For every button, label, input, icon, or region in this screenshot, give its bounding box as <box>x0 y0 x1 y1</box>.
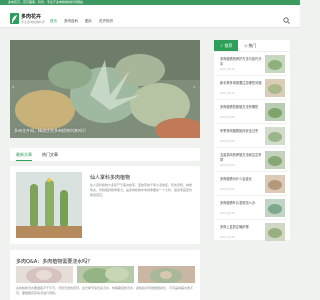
thumb-up-icon: ✓ <box>220 42 224 48</box>
site-tagline: 专注多肉植物科普 <box>21 20 46 24</box>
article-image[interactable] <box>16 266 73 283</box>
sidebar-item-date: 2021-05-12 <box>220 68 235 71</box>
article-card[interactable]: 多肉Q&A：多肉植物需要浇水吗？ 多肉植物浇水要遵循不干不浇、浇则浇透的原则，生… <box>10 250 200 300</box>
nav-item-images[interactable]: 图片 <box>85 19 92 24</box>
sidebar-item-title[interactable]: 新手养多肉需要注意哪些问题 <box>220 81 264 86</box>
sidebar-list-item[interactable]: 多肉植物叶片发软怎么办 2021-04-30 <box>217 196 287 220</box>
sidebar-tab-label: 热门 <box>248 42 257 48</box>
sidebar-item-thumbnail[interactable] <box>265 55 285 73</box>
article-title[interactable]: 多肉Q&A：多肉植物需要浇水吗？ <box>16 258 92 265</box>
sidebar-item-date: 2021-05-08 <box>220 116 235 119</box>
announcement-text: 多肉花卉，花卉图库，科普，专注于多肉植物的科普网站 <box>8 0 84 4</box>
sidebar-item-thumbnail[interactable] <box>265 103 285 121</box>
sidebar-list: 多肉植物的养护方法与技巧分享 2021-05-12 新手养多肉需要注意哪些问题 … <box>214 52 290 244</box>
sidebar-item-date: 2021-04-28 <box>220 236 235 239</box>
tab-hot[interactable]: 热门文章 <box>42 148 58 161</box>
sidebar-list-item[interactable]: 玉露多肉的养殖方法和注意事项 2021-05-04 <box>217 148 287 172</box>
sidebar-tab-recommend[interactable]: ✓ 推荐 <box>214 40 239 51</box>
sidebar-list-item[interactable]: 多肉植物为什么会徒长 2021-05-02 <box>217 172 287 196</box>
hero-banner[interactable]: ‹ › 多肉花卉网，精选优质多肉植物科普知识 <box>10 40 200 138</box>
hero-next-arrow[interactable]: › <box>193 84 198 92</box>
article-excerpt: 多肉植物浇水要遵循不干不浇、浇则浇透的原则，生长季节适当多浇水，休眠期控制浇水，… <box>16 286 194 295</box>
sidebar-item-thumbnail[interactable] <box>265 223 285 241</box>
sidebar-item-title[interactable]: 冬季多肉植物如何安全过冬 <box>220 129 264 134</box>
sidebar: ✓ 推荐 ◇ 热门 多肉植物的养护方法与技巧分享 2021-05-12 新手养多… <box>214 40 290 244</box>
sidebar-item-date: 2021-04-30 <box>220 212 235 215</box>
article-title[interactable]: 仙人掌科多肉植物 <box>90 174 130 181</box>
sidebar-list-item[interactable]: 多肉植物的养护方法与技巧分享 2021-05-12 <box>217 52 287 76</box>
nav-item-knowledge[interactable]: 花卉知识 <box>99 19 113 24</box>
article-images <box>16 266 195 283</box>
sidebar-item-title[interactable]: 多肉植物的繁殖方法有哪些 <box>220 105 264 110</box>
sidebar-list-item[interactable]: 冬季多肉植物如何安全过冬 2021-05-06 <box>217 124 287 148</box>
sidebar-item-thumbnail[interactable] <box>265 151 285 169</box>
sidebar-item-thumbnail[interactable] <box>265 127 285 145</box>
hero-caption: 多肉花卉网，精选优质多肉植物科普知识 <box>14 128 86 133</box>
sidebar-list-item[interactable]: 新手养多肉需要注意哪些问题 2021-05-10 <box>217 76 287 100</box>
sidebar-list-item[interactable]: 多肉植物的繁殖方法有哪些 2021-05-08 <box>217 100 287 124</box>
sidebar-item-date: 2021-05-06 <box>220 140 235 143</box>
logo-icon[interactable] <box>10 13 19 24</box>
hero-prev-arrow[interactable]: ‹ <box>12 84 17 92</box>
site-header: 多肉花卉 专注多肉植物科普 首页 多肉百科 图片 花卉知识 <box>0 5 300 28</box>
sidebar-tab-label: 推荐 <box>224 42 233 48</box>
sidebar-tab-hot[interactable]: ◇ 热门 <box>238 40 262 51</box>
hero-image <box>10 40 200 138</box>
site-name[interactable]: 多肉花卉 <box>21 13 41 20</box>
nav-item-encyclopedia[interactable]: 多肉百科 <box>64 19 78 24</box>
sidebar-item-title[interactable]: 玉露多肉的养殖方法和注意事项 <box>220 153 264 162</box>
search-icon[interactable] <box>283 17 290 24</box>
sidebar-item-date: 2021-05-10 <box>220 92 235 95</box>
sidebar-item-title[interactable]: 多肉植物叶片发软怎么办 <box>220 201 264 206</box>
sidebar-item-thumbnail[interactable] <box>265 175 285 193</box>
sidebar-item-thumbnail[interactable] <box>265 79 285 97</box>
sidebar-list-item[interactable]: 多肉上盆的正确步骤 2021-04-28 <box>217 220 287 244</box>
sidebar-tabs: ✓ 推荐 ◇ 热门 <box>214 40 290 52</box>
sidebar-item-thumbnail[interactable] <box>265 199 285 217</box>
sidebar-item-date: 2021-05-02 <box>220 188 235 191</box>
article-image[interactable] <box>77 266 134 283</box>
sidebar-item-date: 2021-05-04 <box>220 164 235 167</box>
sidebar-item-title[interactable]: 多肉上盆的正确步骤 <box>220 225 264 230</box>
article-image[interactable] <box>138 266 195 283</box>
article-tabs: 最新文章 热门文章 <box>10 148 200 162</box>
article-card[interactable]: 仙人掌科多肉植物 仙人掌科植物大多原产于美洲热带、亚热带的干旱沙漠地区，形态奇特… <box>10 166 200 244</box>
sidebar-item-title[interactable]: 多肉植物的养护方法与技巧分享 <box>220 57 264 66</box>
fire-icon: ◇ <box>244 42 248 48</box>
tab-latest[interactable]: 最新文章 <box>16 148 32 161</box>
main-nav: 首页 多肉百科 图片 花卉知识 <box>50 19 113 24</box>
sidebar-item-title[interactable]: 多肉植物为什么会徒长 <box>220 177 264 182</box>
article-thumbnail[interactable] <box>16 172 82 238</box>
article-excerpt: 仙人掌科植物大多原产于美洲热带、亚热带的干旱沙漠地区，形态奇特，种类繁多，有较强… <box>90 183 193 197</box>
nav-item-home[interactable]: 首页 <box>50 19 57 24</box>
